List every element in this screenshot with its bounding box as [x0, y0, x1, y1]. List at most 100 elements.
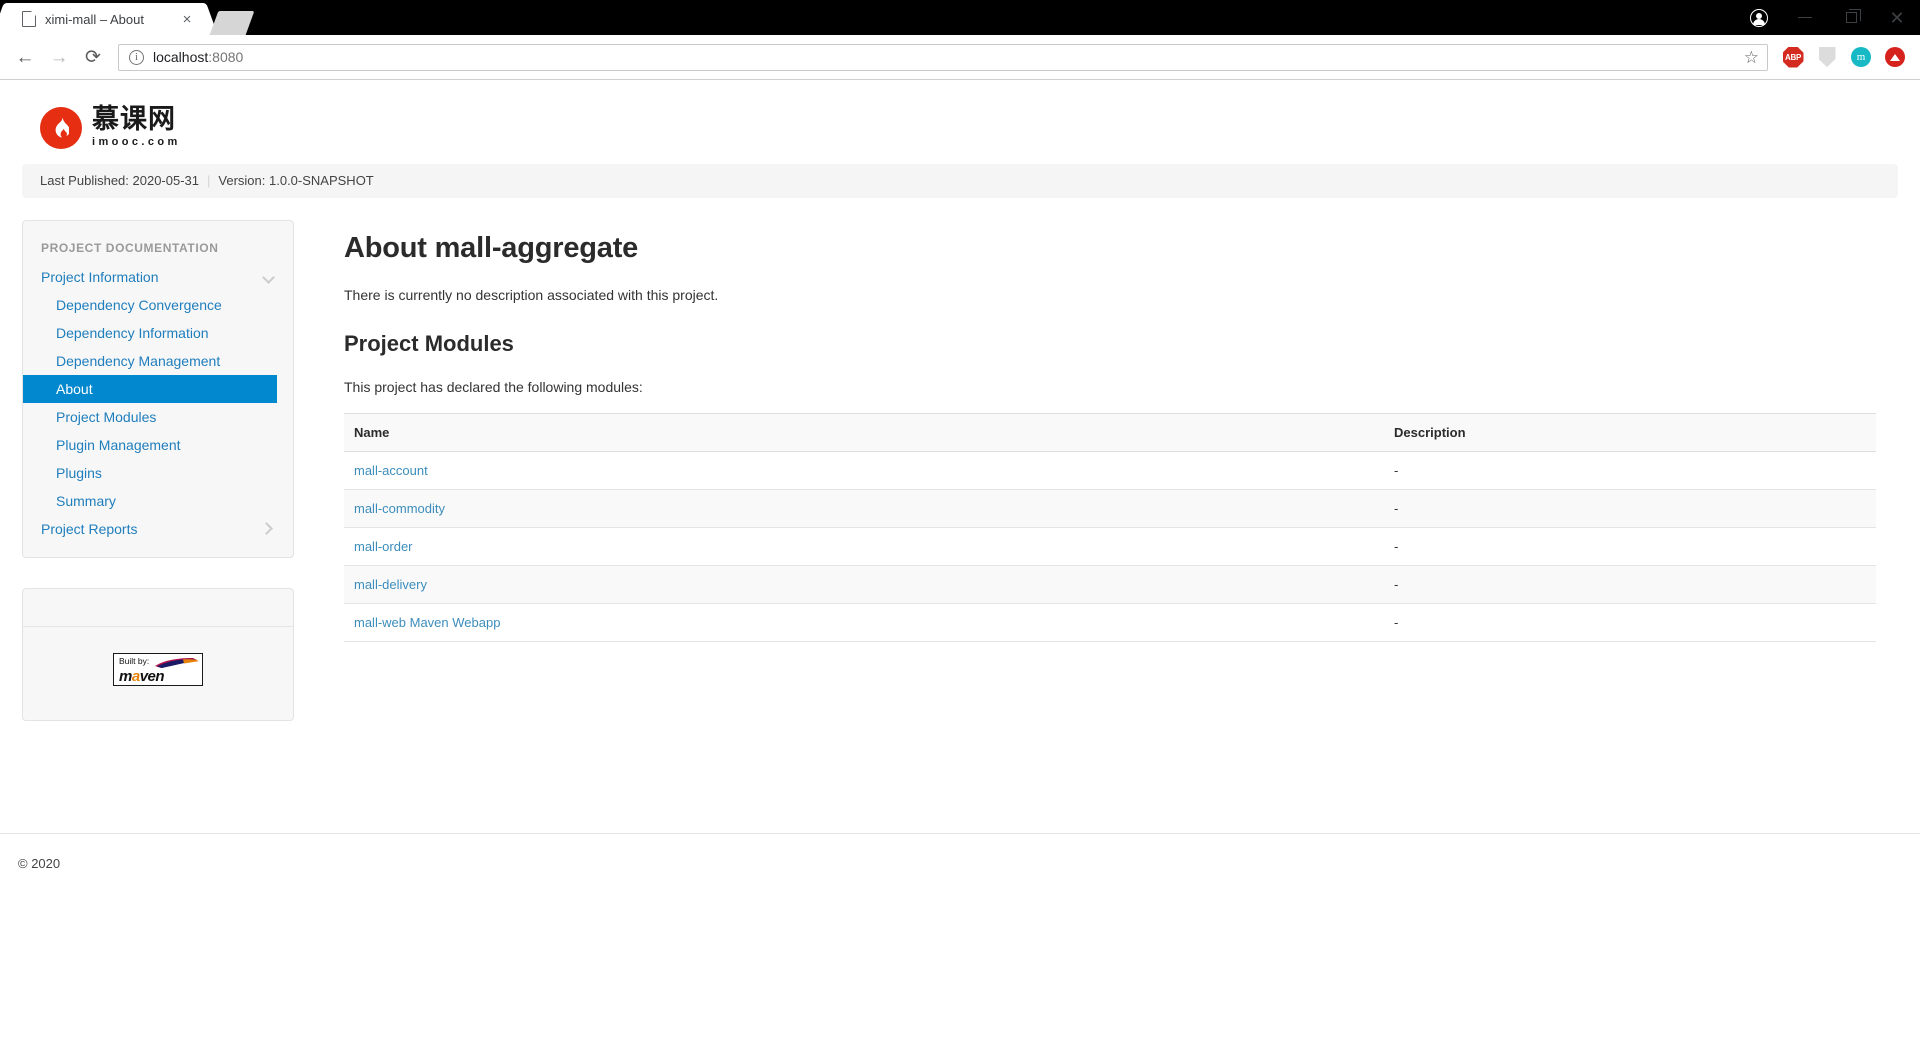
- sidebar-item-dependency-management[interactable]: Dependency Management: [23, 347, 293, 375]
- sidebar-link[interactable]: About: [23, 374, 277, 403]
- upload-arrow-icon[interactable]: [1884, 46, 1906, 68]
- table-header-row: Name Description: [344, 412, 1876, 452]
- flame-glyph: [55, 116, 69, 138]
- sidebar-item-summary[interactable]: Summary: [23, 487, 293, 515]
- sidebar-nav-list: Project Information Dependency Convergen…: [23, 263, 293, 557]
- url-host: localhost: [153, 49, 209, 65]
- module-link[interactable]: mall-web Maven Webapp: [354, 615, 500, 630]
- site-banner: 慕课网 imooc.com: [0, 80, 1920, 164]
- module-name-cell: mall-commodity: [344, 489, 1384, 528]
- sidebar-link[interactable]: Project Reports: [23, 515, 293, 543]
- new-tab-icon[interactable]: [209, 11, 255, 35]
- sidebar-link[interactable]: Summary: [23, 487, 293, 515]
- maximize-icon[interactable]: [1828, 0, 1874, 35]
- column-header-name: Name: [344, 412, 1384, 452]
- info-circle-icon[interactable]: i: [129, 49, 144, 65]
- sidebar-link[interactable]: Dependency Information: [23, 319, 293, 347]
- module-link[interactable]: mall-order: [354, 539, 413, 554]
- module-name-cell: mall-account: [344, 451, 1384, 490]
- imooc-logo[interactable]: 慕课网 imooc.com: [40, 104, 1920, 150]
- close-window-icon[interactable]: ✕: [1874, 0, 1920, 35]
- sidebar-item-project-information[interactable]: Project Information: [23, 263, 293, 291]
- momentum-icon[interactable]: m: [1850, 46, 1872, 68]
- module-link[interactable]: mall-account: [354, 463, 428, 478]
- built-by-label: Built by:: [119, 655, 150, 666]
- url-port: :8080: [208, 49, 244, 65]
- maven-panel: Built by: maven: [22, 587, 294, 721]
- module-link[interactable]: mall-commodity: [354, 501, 445, 516]
- module-description-cell: -: [1384, 489, 1876, 528]
- module-description-cell: -: [1384, 451, 1876, 490]
- copyright-text: © 2020: [18, 855, 61, 871]
- column-header-description: Description: [1384, 412, 1876, 452]
- table-body: mall-account - mall-commodity - mall-ord…: [344, 451, 1876, 642]
- table-head: Name Description: [344, 412, 1876, 452]
- address-bar[interactable]: i localhost:8080 ☆: [118, 43, 1768, 71]
- page-layout: PROJECT DOCUMENTATION Project Informatio…: [0, 198, 1920, 721]
- table-row: mall-delivery -: [344, 565, 1876, 604]
- sidebar: PROJECT DOCUMENTATION Project Informatio…: [22, 219, 294, 721]
- browser-toolbar: ← → ⟳ i localhost:8080 ☆ ABP m: [0, 35, 1920, 80]
- tab-strip: ximi-mall – About × ✕: [0, 0, 1920, 35]
- built-by-maven-badge[interactable]: Built by: maven: [113, 652, 203, 686]
- sidebar-heading: PROJECT DOCUMENTATION: [41, 240, 219, 255]
- sidebar-item-about[interactable]: About: [23, 374, 293, 403]
- ghostery-shield-icon[interactable]: [1816, 46, 1838, 68]
- minimize-icon[interactable]: [1782, 0, 1828, 35]
- sidebar-item-project-reports[interactable]: Project Reports: [23, 515, 293, 543]
- published-info-bar: Last Published: 2020-05-31 | Version: 1.…: [22, 163, 1898, 198]
- close-icon[interactable]: ×: [178, 10, 196, 28]
- sidebar-item-dependency-information[interactable]: Dependency Information: [23, 319, 293, 347]
- sidebar-link[interactable]: Plugin Management: [23, 431, 293, 459]
- table-row: mall-commodity -: [344, 489, 1876, 528]
- maven-panel-header: [23, 589, 293, 627]
- last-published-text: Last Published: 2020-05-31: [40, 173, 200, 189]
- adblock-plus-icon[interactable]: ABP: [1782, 46, 1804, 68]
- tab-title: ximi-mall – About: [45, 11, 144, 27]
- module-name-cell: mall-delivery: [344, 565, 1384, 604]
- logo-chinese: 慕课网: [92, 104, 176, 135]
- logo-wordmark: 慕课网 imooc.com: [92, 104, 181, 150]
- nav-panel: PROJECT DOCUMENTATION Project Informatio…: [22, 219, 294, 558]
- page-icon: [22, 11, 36, 27]
- profile-icon[interactable]: [1736, 0, 1782, 35]
- extension-bar: ABP m: [1782, 46, 1906, 68]
- bookmark-star-icon[interactable]: ☆: [1744, 49, 1759, 66]
- sidebar-link[interactable]: Project Modules: [23, 403, 293, 431]
- forward-icon[interactable]: →: [44, 42, 74, 72]
- module-name-cell: mall-web Maven Webapp: [344, 603, 1384, 642]
- sidebar-link[interactable]: Dependency Management: [23, 347, 293, 375]
- version-text: Version: 1.0.0-SNAPSHOT: [218, 173, 374, 189]
- sidebar-link[interactable]: Plugins: [23, 459, 293, 487]
- flame-icon: [40, 106, 82, 149]
- browser-window: ximi-mall – About × ✕ ← → ⟳ i localhost:…: [0, 0, 1920, 80]
- module-name-cell: mall-order: [344, 527, 1384, 566]
- logo-domain: imooc.com: [92, 136, 181, 149]
- browser-tab[interactable]: ximi-mall – About ×: [8, 3, 202, 35]
- project-modules-heading: Project Modules: [344, 330, 514, 356]
- page-title: About mall-aggregate: [344, 231, 639, 264]
- maven-a: a: [131, 667, 140, 685]
- back-icon[interactable]: ←: [10, 42, 40, 72]
- maven-wordmark: maven: [119, 667, 165, 685]
- module-description-cell: -: [1384, 603, 1876, 642]
- table-row: mall-order -: [344, 527, 1876, 566]
- sidebar-item-plugins[interactable]: Plugins: [23, 459, 293, 487]
- page-body: 慕课网 imooc.com Last Published: 2020-05-31…: [0, 80, 1920, 871]
- url-text: localhost:8080: [153, 49, 1744, 65]
- sidebar-link[interactable]: Dependency Convergence: [23, 291, 293, 319]
- sidebar-item-project-modules[interactable]: Project Modules: [23, 403, 293, 431]
- module-link[interactable]: mall-delivery: [354, 577, 427, 592]
- maven-badge-area: Built by: maven: [23, 627, 293, 720]
- main-content: About mall-aggregate There is currently …: [294, 220, 1898, 721]
- table-row: mall-account -: [344, 451, 1876, 490]
- reload-icon[interactable]: ⟳: [78, 42, 108, 72]
- module-description-cell: -: [1384, 565, 1876, 604]
- sidebar-item-dependency-convergence[interactable]: Dependency Convergence: [23, 291, 293, 319]
- sidebar-item-plugin-management[interactable]: Plugin Management: [23, 431, 293, 459]
- modules-lead-text: This project has declared the following …: [344, 378, 643, 395]
- table-row: mall-web Maven Webapp -: [344, 603, 1876, 642]
- module-description-cell: -: [1384, 527, 1876, 566]
- sidebar-link[interactable]: Project Information: [23, 263, 293, 291]
- project-description: There is currently no description associ…: [344, 286, 719, 303]
